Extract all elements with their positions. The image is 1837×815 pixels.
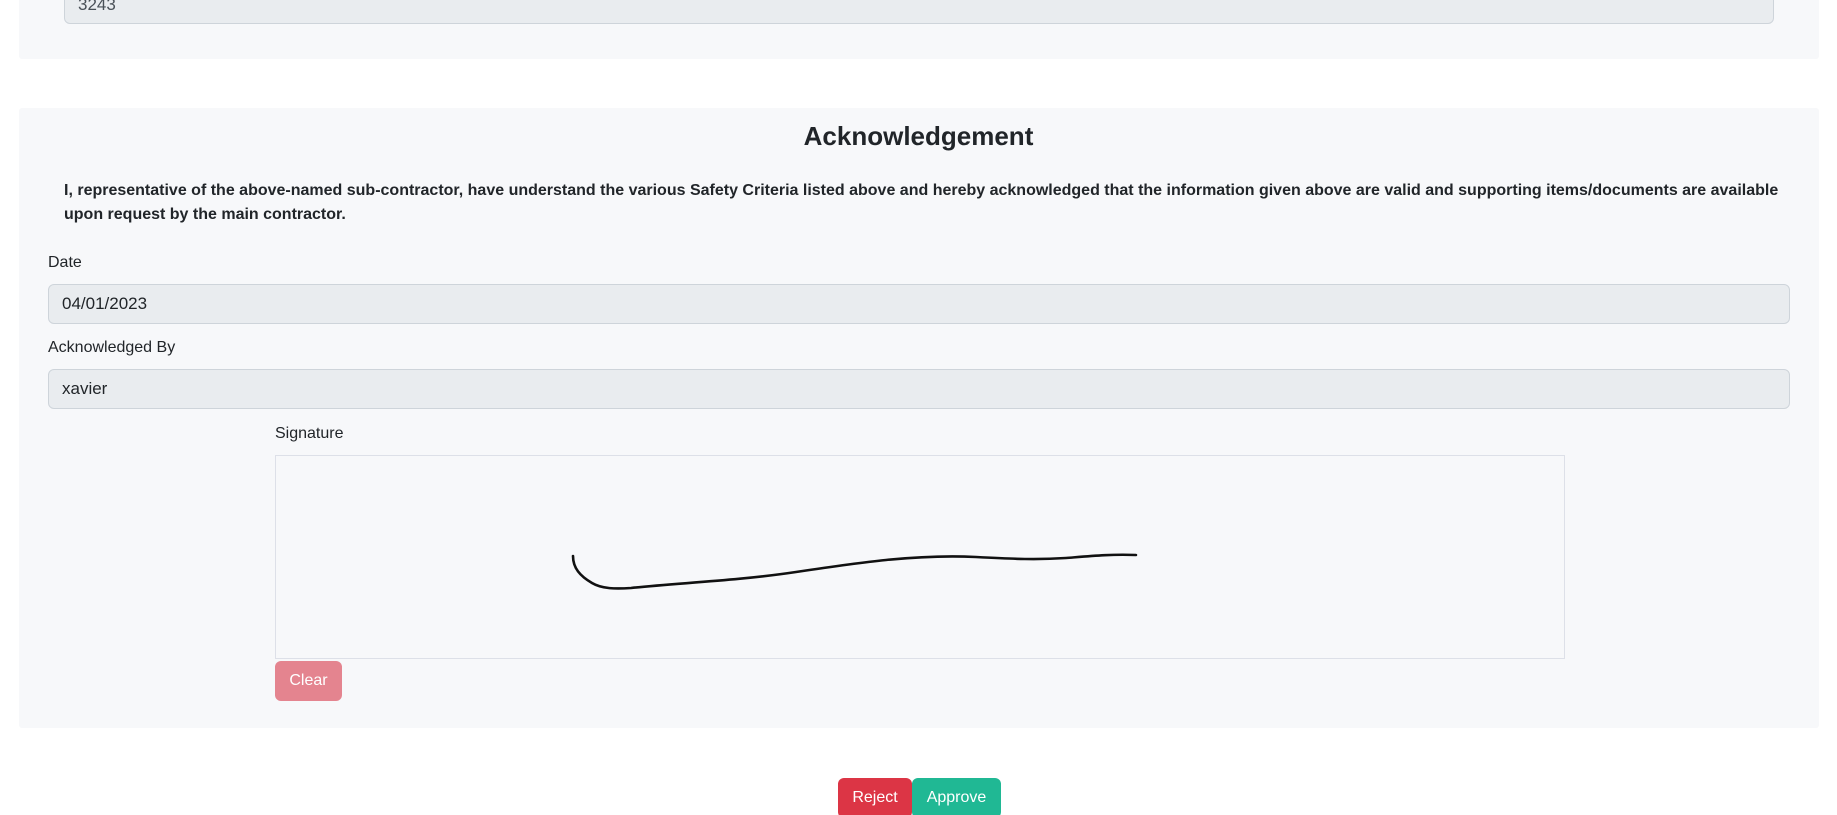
- previous-section-input[interactable]: [64, 0, 1774, 24]
- acknowledged-by-field[interactable]: [48, 369, 1790, 409]
- reject-button[interactable]: Reject: [838, 778, 912, 815]
- clear-signature-button[interactable]: Clear: [275, 661, 342, 701]
- approve-button[interactable]: Approve: [912, 778, 1001, 815]
- signature-pad[interactable]: [275, 455, 1565, 659]
- signature-label: Signature: [275, 425, 344, 442]
- acknowledgement-statement: I, representative of the above-named sub…: [64, 182, 1779, 223]
- date-label: Date: [48, 254, 82, 271]
- section-title: Acknowledgement: [803, 121, 1034, 151]
- date-field[interactable]: [48, 284, 1790, 324]
- page: Acknowledgement I, representative of the…: [0, 0, 1837, 815]
- signature-drawing: [571, 553, 1138, 590]
- acknowledged-by-label: Acknowledged By: [48, 339, 176, 356]
